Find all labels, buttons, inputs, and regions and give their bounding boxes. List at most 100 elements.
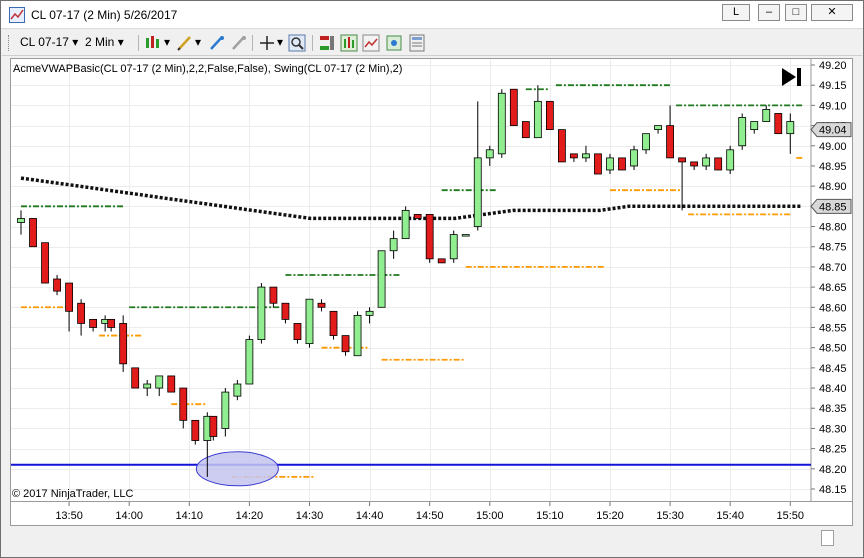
candle-down [281,302,290,320]
scroll-track[interactable] [17,530,844,546]
candle-up [473,157,482,227]
indicator-label: AcmeVWAPBasic(CL 07-17 (2 Min),2,2,False… [13,63,402,75]
time-tick-label: 15:40 [716,510,744,522]
chevron-down-icon[interactable]: ▾ [195,35,201,49]
candle-up [485,149,494,159]
time-tick-label: 14:50 [416,510,444,522]
price-tick-label: 48.15 [819,484,847,496]
price-chart[interactable]: 49.2049.1549.1049.0549.0048.9548.9048.85… [11,59,852,501]
price-tick-label: 48.50 [819,343,847,355]
price-tick-label: 49.15 [819,80,847,92]
candle-down [558,129,566,163]
chevron-down-icon: ▾ [72,35,79,49]
indicators-icon[interactable] [340,34,358,52]
grid-lines [11,59,811,501]
remove-drawings-icon[interactable] [230,34,248,52]
candle-up [606,157,614,171]
price-tick-label: 48.65 [819,282,847,294]
candle-up [762,109,771,122]
candle-down [209,415,218,437]
bar-type-icon[interactable] [144,34,162,52]
candle-up [245,339,254,385]
candle-up [642,133,650,151]
vwap-line [20,176,803,221]
price-tick-label: 49.00 [819,141,847,153]
candle-up [630,149,638,167]
time-tick-label: 14:20 [236,510,264,522]
toolbar-separator [138,35,139,51]
candle-down [594,153,602,175]
price-tick-label: 48.90 [819,181,847,193]
snapshot-icon[interactable] [385,34,403,52]
candle-up [377,250,386,308]
candle-down [77,302,85,324]
vwap-line-layer [20,176,803,221]
maximize-button[interactable]: □ [785,4,807,21]
horizontal-scrollbar[interactable] [10,527,853,549]
crosshair-icon[interactable] [258,34,276,52]
candle-down [293,323,302,340]
chart-panel[interactable]: 49.2049.1549.1049.0549.0048.9548.9048.85… [10,58,853,502]
toolbar-separator [312,35,313,51]
copyright-label: © 2017 NinjaTrader, LLC [12,488,133,500]
toolbar-grip[interactable] [8,35,10,51]
strategies-icon[interactable] [362,34,380,52]
instrument-selector[interactable]: CL 07-17 ▾ [20,35,78,49]
candle-up [582,153,590,159]
zoom-icon[interactable] [288,34,306,52]
drawing-tool-icon[interactable] [176,34,194,52]
close-button[interactable]: ✕ [811,4,853,21]
jump-to-end-icon[interactable] [782,68,801,86]
candle-down [119,323,128,365]
chart-toolbar: CL 07-17 ▾ 2 Min ▾ ▾ ▾ ▾ [2,30,862,56]
candle-up [702,157,711,167]
title-bar[interactable]: CL 07-17 (2 Min) 5/26/2017 L – □ ✕ [1,1,863,29]
candle-up [497,92,506,155]
candle-up [654,125,662,131]
chart-app-icon [9,7,25,23]
candle-down [317,302,326,308]
minimize-button[interactable]: – [758,4,780,21]
candle-up [750,121,759,131]
global-drawing-icon[interactable] [208,34,226,52]
ellipse-layer [195,451,279,487]
chevron-down-icon[interactable]: ▾ [277,35,283,49]
candle-down [666,125,674,159]
candles-layer [17,85,795,477]
link-button[interactable]: L [722,4,750,21]
price-tick-label: 48.80 [819,222,847,234]
chart-trader-icon[interactable] [318,34,336,52]
price-tick-label: 48.25 [819,444,847,456]
candle-down [41,242,49,284]
instrument-label: CL 07-17 [20,35,69,49]
candle-up [365,310,374,316]
interval-selector[interactable]: 2 Min ▾ [85,35,124,49]
time-axis[interactable]: 13:50 14:00 14:10 14:20 14:30 14:40 14:50 15:00… [10,502,853,526]
candle-down [678,157,686,163]
properties-icon[interactable] [408,34,426,52]
price-tick-label: 48.55 [819,322,847,334]
candle-down [107,318,116,328]
chevron-down-icon[interactable]: ▾ [164,35,170,49]
chevron-down-icon: ▾ [117,35,124,49]
time-tick-label: 14:00 [115,510,143,522]
candle-down [53,278,61,292]
window-title: CL 07-17 (2 Min) 5/26/2017 [31,8,178,22]
time-tick-label: 15:50 [777,510,805,522]
price-tick-label: 48.60 [819,302,847,314]
price-tick-label: 48.95 [819,161,847,173]
candle-up [738,117,747,147]
candle-down [545,100,554,131]
time-tick-label: 13:50 [55,510,83,522]
ellipse-drawing [195,451,279,487]
scroll-thumb[interactable] [821,530,834,546]
price-tick-label: 48.35 [819,403,847,415]
candle-up [449,234,458,260]
candle-down [714,157,723,171]
candle-down [131,367,140,389]
candle-up [17,218,25,223]
price-tick-label: 48.40 [819,383,847,395]
candle-down [521,121,530,139]
candle-up [305,298,314,345]
time-tick-label: 14:10 [176,510,204,522]
